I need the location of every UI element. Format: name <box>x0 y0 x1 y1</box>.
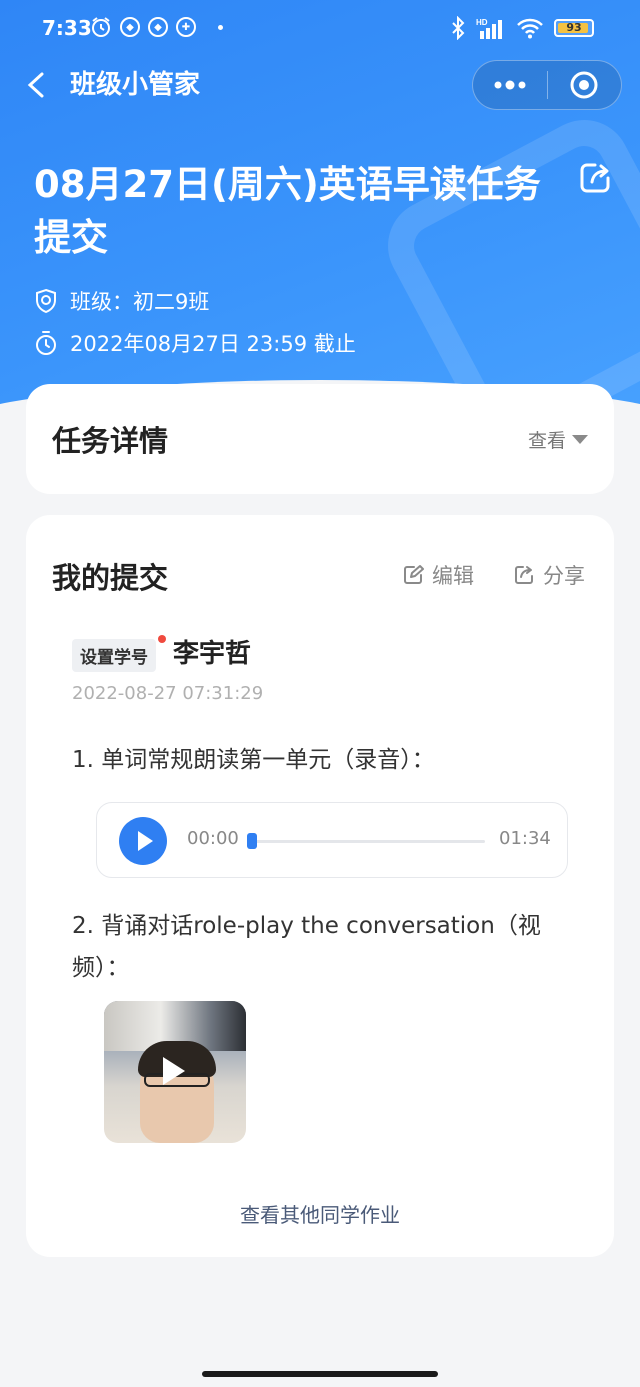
edit-button[interactable]: 编辑 <box>402 560 474 590</box>
student-name: 李宇哲 <box>173 639 252 669</box>
question-1: 1. 单词常规朗读第一单元（录音）： <box>72 747 435 773</box>
home-indicator[interactable] <box>202 1371 438 1377</box>
notif-dot <box>218 24 223 30</box>
task-title: 08月27日(周六)英语早读任务提交 <box>34 163 541 259</box>
submit-timestamp: 2022-08-27 07:31:29 <box>72 683 264 704</box>
app-notif-icon: ◆ <box>148 17 168 37</box>
share-label: 分享 <box>543 564 585 588</box>
audio-play-button[interactable] <box>119 817 167 865</box>
target-close-icon <box>570 71 598 99</box>
my-submission-title: 我的提交 <box>52 561 169 595</box>
task-details-title: 任务详情 <box>52 424 169 458</box>
video-thumbnail[interactable] <box>104 1001 246 1143</box>
audio-progress-track[interactable] <box>247 833 485 849</box>
battery-icon: 93 <box>554 19 594 37</box>
set-student-id-badge[interactable]: 设置学号 <box>72 639 156 672</box>
notification-dot <box>158 635 166 643</box>
alarm-icon <box>92 17 110 37</box>
more-dots-icon <box>494 80 526 90</box>
status-time: 7:33 <box>42 16 92 40</box>
edit-icon <box>404 565 424 584</box>
view-others-link[interactable]: 查看其他同学作业 <box>26 1199 614 1228</box>
badge-icon <box>36 288 56 314</box>
my-submission-card: 我的提交 编辑 分享 设置学号 李宇哲 2022-08-27 07:31:29 … <box>26 515 614 1257</box>
bluetooth-icon <box>452 16 465 40</box>
app-notif-icon: ✚ <box>176 17 196 37</box>
audio-scrubber-handle[interactable] <box>247 833 257 849</box>
class-row: 班级：初二9班 <box>34 286 209 316</box>
question-2: 2. 背诵对话role-play the conversation（视频）： <box>72 913 541 981</box>
class-label: 班级：初二9班 <box>70 290 210 314</box>
wifi-icon <box>517 18 543 39</box>
back-icon[interactable] <box>22 68 52 102</box>
audio-current-time: 00:00 <box>187 828 239 849</box>
view-details-toggle[interactable]: 查看 <box>528 426 588 453</box>
timer-icon <box>36 331 56 355</box>
status-right-icons: HD 93 <box>450 16 594 40</box>
share-button[interactable]: 分享 <box>513 560 585 590</box>
close-miniprogram-button[interactable] <box>548 61 622 109</box>
edit-label: 编辑 <box>432 564 474 588</box>
share-icon <box>515 566 533 584</box>
svg-text:HD: HD <box>476 18 488 27</box>
share-icon[interactable] <box>578 160 614 196</box>
deadline-row: 2022年08月27日 23:59 截止 <box>34 328 356 358</box>
battery-level: 93 <box>566 21 582 34</box>
caret-down-icon <box>572 435 588 444</box>
audio-total-time: 01:34 <box>499 828 551 849</box>
more-button[interactable] <box>473 61 547 109</box>
status-left-icons: ◆ ◆ ✚ <box>90 16 223 38</box>
mini-program-capsule <box>472 60 622 110</box>
view-details-label: 查看 <box>527 430 566 452</box>
status-bar: 7:33 ◆ ◆ ✚ HD 93 <box>0 0 640 58</box>
video-play-icon <box>163 1057 185 1085</box>
navbar: 班级小管家 <box>0 58 640 114</box>
signal-icon: HD <box>476 18 502 39</box>
app-notif-icon: ◆ <box>120 17 140 37</box>
task-details-card: 任务详情 查看 <box>26 384 614 494</box>
nav-title: 班级小管家 <box>70 70 201 100</box>
deadline-label: 2022年08月27日 23:59 截止 <box>70 332 356 356</box>
audio-player: 00:00 01:34 <box>96 802 568 878</box>
